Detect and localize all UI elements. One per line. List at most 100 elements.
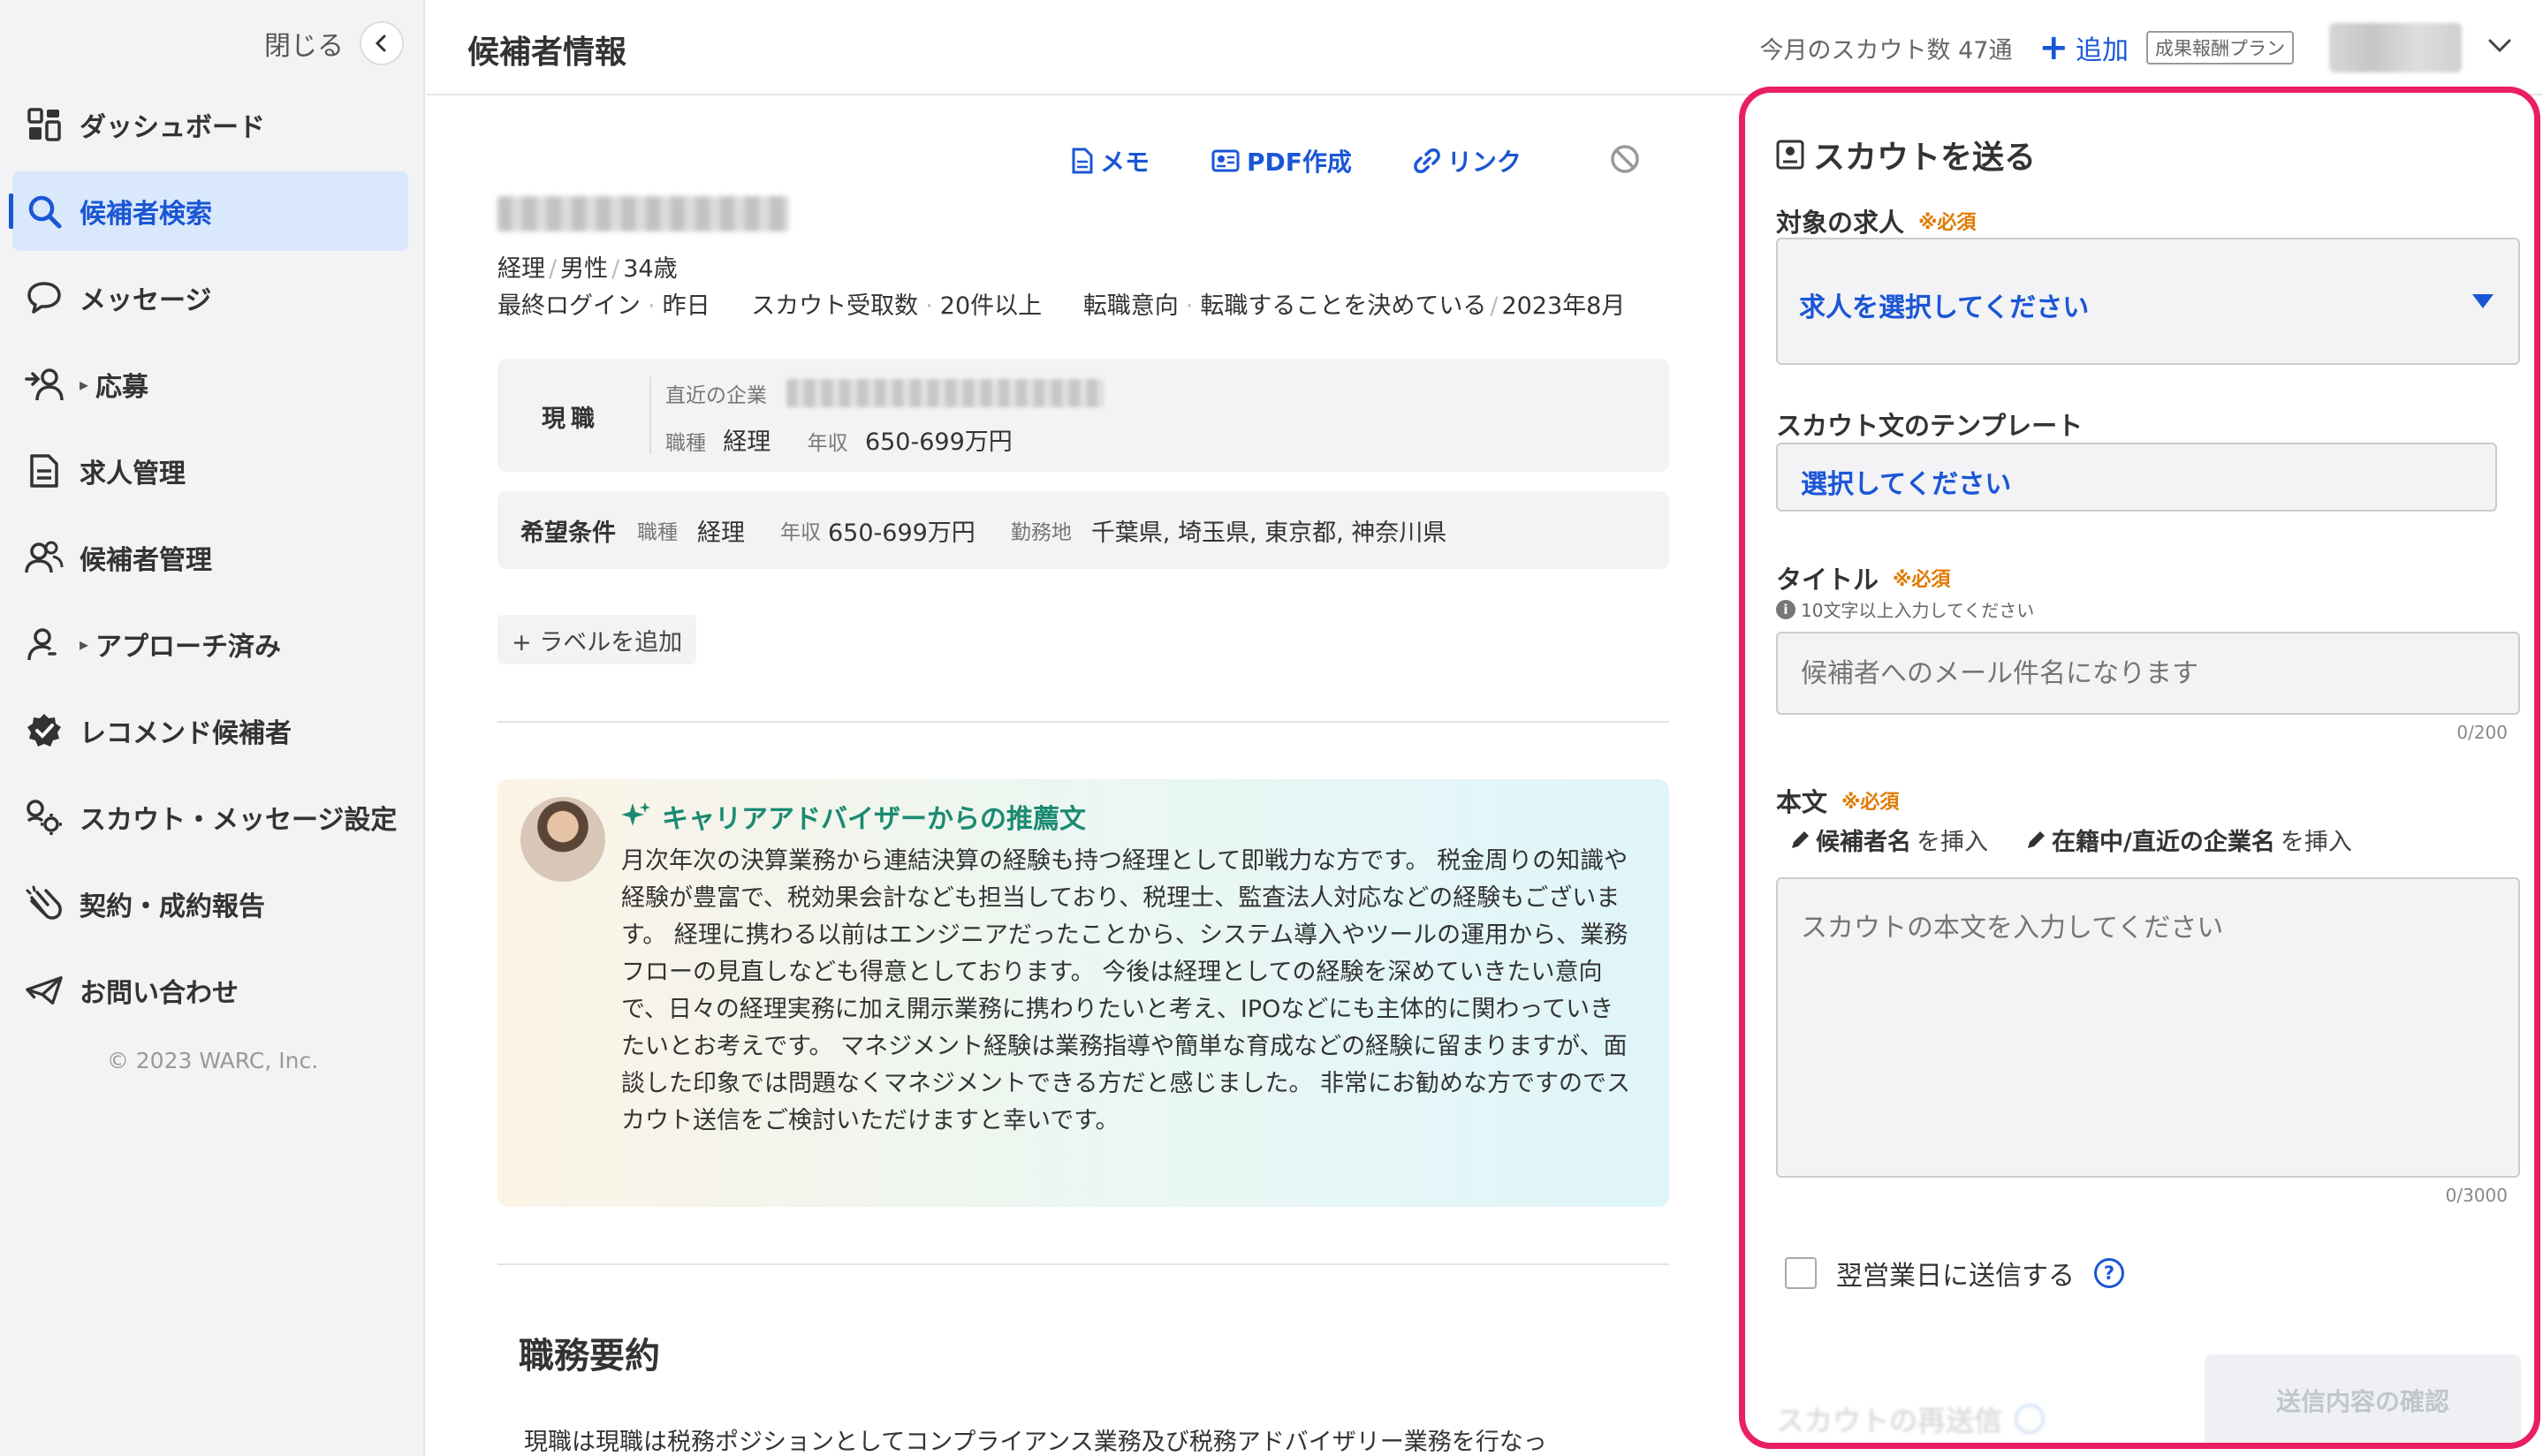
user-name-blurred[interactable]	[2329, 23, 2462, 72]
page-title: 候補者情報	[467, 34, 627, 71]
job-change-intent-value: 転職することを決めている	[1200, 292, 1487, 320]
caret-right-icon: ▸	[80, 374, 89, 395]
template-select-placeholder: 選択してください	[1801, 469, 2012, 500]
sidebar-item-label: 応募	[95, 372, 149, 403]
title-char-counter: 0/200	[2456, 722, 2508, 743]
top-bar: 候補者情報 今月のスカウト数 47通 + 追加 成果報酬プラン	[427, 0, 2543, 95]
sidebar-item-applications[interactable]: ▸ 応募	[12, 345, 408, 424]
scout-resend-label: スカウトの再送信	[1776, 1404, 2003, 1437]
sidebar-item-label: レコメンド候補者	[80, 718, 292, 749]
plan-badge: 成果報酬プラン	[2146, 31, 2294, 64]
sidebar: 閉じる ダッシュボード 候補者検索 メッセージ ▸ 応募 求人管理 候補者管理 …	[0, 0, 425, 1456]
insert-company-name-button[interactable]: 在籍中/直近の企業名 を挿入	[2025, 823, 2352, 857]
memo-button[interactable]: メモ	[1072, 143, 1150, 178]
job-change-intent-label: 転職意向	[1082, 292, 1179, 320]
next-business-day-label[interactable]: 翌営業日に送信する	[1836, 1254, 2075, 1293]
sidebar-item-label: メッセージ	[80, 285, 212, 316]
add-scouts-button[interactable]: + 追加	[2038, 28, 2129, 67]
pencil-icon	[1792, 830, 1809, 848]
sidebar-item-approached[interactable]: ▸ アプローチ済み	[12, 604, 408, 684]
template-field-label-row: スカウト文のテンプレート	[1776, 406, 2083, 443]
job-field-label-row: 対象の求人 ※必須	[1776, 202, 1976, 239]
sidebar-item-messages[interactable]: メッセージ	[12, 258, 408, 337]
sidebar-item-label: 契約・成約報告	[80, 891, 265, 922]
confirm-send-button[interactable]: 送信内容の確認	[2205, 1354, 2521, 1443]
template-select[interactable]: 選択してください	[1776, 443, 2497, 512]
last-login-label: 最終ログイン	[497, 292, 641, 320]
desired-job-label: 職種	[637, 521, 678, 544]
sidebar-item-contact[interactable]: お問い合わせ	[12, 951, 408, 1030]
recommendation-text: 月次年次の決算業務から連結決算の経験も持つ経理として即戦力な方です。 税金周りの…	[621, 847, 1631, 1134]
sidebar-item-contracts[interactable]: 契約・成約報告	[12, 864, 408, 944]
add-label-button[interactable]: + ラベルを追加	[497, 615, 697, 664]
job-field-label: 対象の求人	[1776, 208, 1905, 238]
link-button[interactable]: リンク	[1414, 143, 1522, 178]
info-icon: i	[1776, 599, 1795, 619]
sidebar-item-job-management[interactable]: 求人管理	[12, 431, 408, 511]
link-icon	[1414, 148, 1440, 173]
sidebar-close-label[interactable]: 閉じる	[264, 24, 344, 63]
desired-conditions-label: 希望条件	[520, 519, 616, 547]
current-job-label: 現職	[542, 406, 600, 433]
candidate-age: 34歳	[623, 255, 678, 283]
help-icon[interactable]: ?	[2094, 1258, 2124, 1288]
scout-panel-title-row: スカウトを送る	[1776, 132, 2036, 178]
candidate-basic-info: 経理 / 男性/34歳	[497, 255, 678, 283]
scout-title-input[interactable]	[1776, 632, 2520, 715]
current-company-row: 直近の企業	[665, 378, 1104, 408]
desired-salary-label: 年収	[780, 521, 821, 544]
candidate-actions: メモ PDF作成 リンク	[1072, 143, 1640, 178]
current-salary-value: 650-699万円	[864, 428, 1013, 456]
document-icon	[25, 451, 64, 490]
desired-salary-value: 650-699万円	[828, 519, 975, 547]
sidebar-item-scout-settings[interactable]: スカウト・メッセージ設定	[12, 777, 408, 857]
pencil-icon	[2028, 830, 2045, 848]
sidebar-item-candidate-management[interactable]: 候補者管理	[12, 518, 408, 597]
block-icon[interactable]	[1610, 144, 1640, 178]
candidate-activity-info: 最終ログイン · 昨日 スカウト受取数 · 20件以上 転職意向 · 転職することを決めてい…	[497, 292, 1626, 320]
job-select-placeholder: 求人を選択してください	[1799, 292, 2090, 323]
candidate-name-blurred	[497, 196, 789, 231]
scout-body-textarea[interactable]	[1776, 877, 2520, 1178]
scouts-received-label: スカウト受取数	[751, 292, 919, 320]
sidebar-item-label: お問い合わせ	[80, 978, 239, 1009]
desired-conditions-box: 希望条件 職種 経理 年収 650-699万円 勤務地 千葉県, 埼玉県, 東京…	[497, 491, 1669, 569]
sidebar-item-label: スカウト・メッセージ設定	[80, 805, 398, 836]
sparkle-icon	[621, 802, 650, 826]
search-icon	[25, 192, 64, 231]
person-check-icon	[25, 625, 64, 664]
pdf-label: PDF作成	[1247, 148, 1352, 177]
body-char-counter: 0/3000	[2445, 1185, 2508, 1206]
job-summary-text: 現職は現職は税務ポジションとしてコンプライアンス業務及び税務アドバイザリー業務を…	[524, 1429, 1547, 1456]
people-icon	[25, 538, 64, 577]
title-field-label: タイトル	[1776, 565, 1879, 595]
next-business-day-checkbox[interactable]	[1785, 1257, 1817, 1289]
required-mark: ※必須	[1918, 212, 1977, 234]
add-scouts-label: 追加	[2076, 35, 2129, 66]
sidebar-item-candidate-search[interactable]: 候補者検索	[9, 171, 408, 251]
memo-label: メモ	[1100, 148, 1150, 177]
chevron-down-icon[interactable]	[2488, 39, 2511, 57]
divider	[497, 1263, 1669, 1265]
current-job-type-value: 経理	[723, 428, 771, 456]
sidebar-item-recommended[interactable]: レコメンド候補者	[12, 691, 408, 770]
advisor-avatar	[520, 797, 605, 882]
sidebar-nav: ダッシュボード 候補者検索 メッセージ ▸ 応募 求人管理 候補者管理 ▸ アプ…	[9, 85, 408, 1037]
chevron-left-icon[interactable]	[360, 21, 404, 65]
insert-candidate-name-button[interactable]: 候補者名 を挿入	[1789, 823, 1988, 857]
body-field-label-row: 本文 ※必須	[1776, 782, 1899, 819]
sidebar-item-label: アプローチ済み	[95, 632, 282, 663]
job-select[interactable]: 求人を選択してください	[1776, 238, 2520, 365]
settings-people-icon	[25, 798, 64, 837]
pdf-button[interactable]: PDF作成	[1211, 143, 1352, 178]
clap-hands-icon	[25, 884, 64, 923]
candidate-detail: メモ PDF作成 リンク 経理 / 男性/34歳 最終ログイン · 昨日 スカウト受取数…	[427, 97, 1726, 1456]
title-field-label-row: タイトル ※必須	[1776, 559, 1950, 596]
sidebar-item-label: 求人管理	[80, 459, 186, 489]
scout-panel: スカウトを送る 対象の求人 ※必須 求人を選択してください スカウト文のテンプレ…	[1739, 87, 2540, 1449]
last-login-value: 昨日	[662, 292, 710, 320]
current-salary-label: 年収	[807, 432, 848, 455]
candidate-job: 経理	[497, 255, 545, 283]
sidebar-item-dashboard[interactable]: ダッシュボード	[12, 85, 408, 164]
sidebar-close[interactable]: 閉じる	[264, 21, 404, 65]
